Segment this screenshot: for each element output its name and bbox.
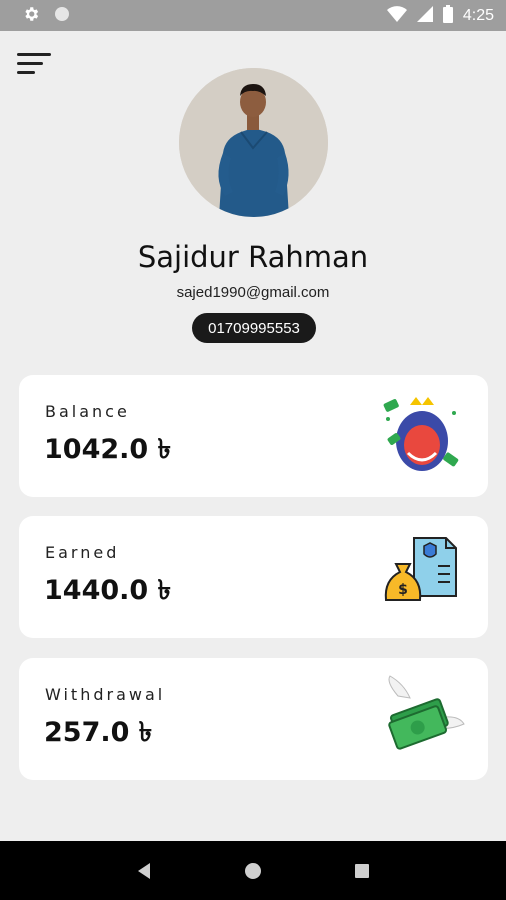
clock: 4:25 bbox=[462, 6, 494, 24]
withdrawal-card[interactable]: Withdrawal 257.0 ৳ bbox=[19, 658, 488, 780]
profile-email: sajed1990@gmail.com bbox=[176, 284, 330, 301]
wifi-icon bbox=[386, 5, 407, 26]
profile-screen: Sajidur Rahman sajed1990@gmail.com 01709… bbox=[0, 31, 506, 841]
flying-money-icon bbox=[376, 672, 466, 762]
recents-button[interactable] bbox=[342, 851, 382, 891]
earned-card[interactable]: Earned 1440.0 ৳ $ bbox=[19, 516, 488, 638]
back-button[interactable] bbox=[124, 851, 164, 891]
card-value: 1440.0 ৳ bbox=[44, 575, 172, 606]
home-icon bbox=[244, 862, 261, 879]
recents-icon bbox=[354, 863, 369, 878]
menu-icon bbox=[17, 62, 43, 65]
circle-icon bbox=[54, 6, 70, 26]
card-value: 1042.0 ৳ bbox=[44, 434, 172, 465]
battery-icon bbox=[442, 4, 453, 27]
menu-button[interactable] bbox=[17, 53, 53, 79]
avatar bbox=[179, 68, 328, 217]
menu-icon bbox=[17, 53, 51, 56]
card-label: Balance bbox=[45, 402, 130, 421]
home-button[interactable] bbox=[233, 851, 273, 891]
menu-icon bbox=[17, 71, 35, 74]
gear-icon bbox=[22, 5, 40, 27]
navigation-bar bbox=[0, 841, 506, 900]
money-bag-icon bbox=[376, 389, 466, 479]
card-value: 257.0 ৳ bbox=[44, 717, 153, 748]
card-label: Withdrawal bbox=[45, 685, 166, 704]
balance-card[interactable]: Balance 1042.0 ৳ bbox=[19, 375, 488, 497]
profile-name: Sajidur Rahman bbox=[137, 240, 369, 274]
phone-badge: 01709995553 bbox=[192, 313, 316, 343]
status-bar: 4:25 bbox=[0, 0, 506, 31]
document-money-icon: $ bbox=[376, 530, 466, 620]
back-icon bbox=[138, 862, 151, 879]
svg-text:$: $ bbox=[398, 582, 408, 598]
signal-icon bbox=[416, 5, 433, 26]
card-label: Earned bbox=[45, 543, 120, 562]
